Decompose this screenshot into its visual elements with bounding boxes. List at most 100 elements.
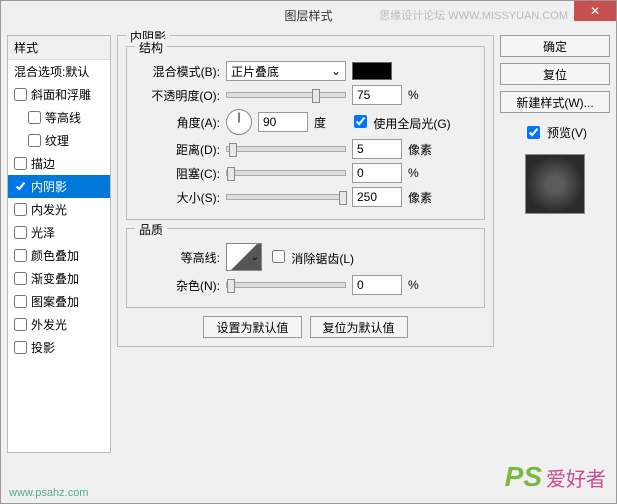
style-label: 投影 (31, 339, 55, 356)
style-label: 纹理 (45, 132, 69, 149)
distance-slider[interactable] (226, 146, 346, 152)
size-label: 大小(S): (135, 189, 220, 206)
style-item[interactable]: 光泽 (8, 221, 110, 244)
preview-label: 预览(V) (547, 124, 587, 141)
reset-default-button[interactable]: 复位为默认值 (310, 316, 408, 338)
contour-picker[interactable]: ⌄ (226, 243, 262, 271)
preview-thumbnail (525, 154, 585, 214)
style-item[interactable]: 颜色叠加 (8, 244, 110, 267)
style-label: 光泽 (31, 224, 55, 241)
noise-slider[interactable] (226, 282, 346, 288)
content-area: 样式 混合选项:默认 斜面和浮雕等高线纹理描边内阴影内发光光泽颜色叠加渐变叠加图… (1, 29, 616, 459)
angle-label: 角度(A): (135, 114, 220, 131)
noise-input[interactable] (352, 275, 402, 295)
styles-header: 样式 (8, 36, 110, 60)
style-label: 等高线 (45, 109, 81, 126)
style-checkbox[interactable] (14, 203, 27, 216)
blend-mode-select[interactable]: 正片叠底 ⌄ (226, 61, 346, 81)
chevron-down-icon: ⌄ (331, 64, 341, 78)
ok-button[interactable]: 确定 (500, 35, 610, 57)
style-item[interactable]: 斜面和浮雕 (8, 83, 110, 106)
noise-label: 杂色(N): (135, 277, 220, 294)
antialias-checkbox[interactable] (272, 250, 285, 263)
style-label: 斜面和浮雕 (31, 86, 91, 103)
style-item[interactable]: 等高线 (8, 106, 110, 129)
antialias-check[interactable]: 消除锯齿(L) (268, 247, 354, 267)
chevron-down-icon: ⌄ (251, 252, 259, 263)
style-item[interactable]: 内阴影 (8, 175, 110, 198)
inner-shadow-group: 内阴影 结构 混合模式(B): 正片叠底 ⌄ 不透明度(O): (117, 35, 494, 347)
structure-title: 结构 (135, 39, 167, 56)
blend-options-label: 混合选项:默认 (14, 63, 89, 80)
quality-group: 品质 等高线: ⌄ 消除锯齿(L) 杂色(N): % (126, 228, 485, 308)
style-checkbox[interactable] (14, 249, 27, 262)
main-panel: 内阴影 结构 混合模式(B): 正片叠底 ⌄ 不透明度(O): (117, 35, 494, 453)
noise-unit: % (408, 278, 438, 292)
angle-unit: 度 (314, 114, 344, 131)
size-unit: 像素 (408, 189, 438, 206)
set-default-button[interactable]: 设置为默认值 (203, 316, 301, 338)
preview-checkbox[interactable] (527, 126, 540, 139)
logo-cn: 爱好者 (546, 463, 606, 492)
titlebar: 图层样式 思缘设计论坛 WWW.MISSYUAN.COM ✕ (1, 1, 616, 29)
blend-options-row[interactable]: 混合选项:默认 (8, 60, 110, 83)
cancel-button[interactable]: 复位 (500, 63, 610, 85)
angle-input[interactable] (258, 112, 308, 132)
style-item[interactable]: 渐变叠加 (8, 267, 110, 290)
size-input[interactable] (352, 187, 402, 207)
structure-group: 结构 混合模式(B): 正片叠底 ⌄ 不透明度(O): % (126, 46, 485, 220)
quality-title: 品质 (135, 221, 167, 238)
opacity-slider[interactable] (226, 92, 346, 98)
footer-logo: PS 爱好者 (505, 461, 606, 493)
style-checkbox[interactable] (14, 272, 27, 285)
style-item[interactable]: 纹理 (8, 129, 110, 152)
global-light-check[interactable]: 使用全局光(G) (350, 112, 451, 132)
global-light-checkbox[interactable] (354, 115, 367, 128)
blend-mode-value: 正片叠底 (231, 63, 279, 80)
style-checkbox[interactable] (14, 295, 27, 308)
style-label: 图案叠加 (31, 293, 79, 310)
choke-slider[interactable] (226, 170, 346, 176)
style-checkbox[interactable] (14, 88, 27, 101)
color-swatch[interactable] (352, 62, 392, 80)
size-slider[interactable] (226, 194, 346, 200)
style-item[interactable]: 描边 (8, 152, 110, 175)
angle-dial[interactable] (226, 109, 252, 135)
choke-label: 阻塞(C): (135, 165, 220, 182)
style-label: 内阴影 (31, 178, 67, 195)
choke-unit: % (408, 166, 438, 180)
new-style-button[interactable]: 新建样式(W)... (500, 91, 610, 113)
watermark-text: 思缘设计论坛 WWW.MISSYUAN.COM (379, 7, 568, 23)
style-item[interactable]: 投影 (8, 336, 110, 359)
choke-input[interactable] (352, 163, 402, 183)
style-checkbox[interactable] (14, 226, 27, 239)
opacity-label: 不透明度(O): (135, 87, 220, 104)
opacity-unit: % (408, 88, 438, 102)
right-panel: 确定 复位 新建样式(W)... 预览(V) (500, 35, 610, 453)
close-button[interactable]: ✕ (574, 1, 616, 21)
styles-list-panel: 样式 混合选项:默认 斜面和浮雕等高线纹理描边内阴影内发光光泽颜色叠加渐变叠加图… (7, 35, 111, 453)
style-label: 颜色叠加 (31, 247, 79, 264)
distance-unit: 像素 (408, 141, 438, 158)
blend-mode-label: 混合模式(B): (135, 63, 220, 80)
style-checkbox[interactable] (14, 180, 27, 193)
style-checkbox[interactable] (14, 157, 27, 170)
style-checkbox[interactable] (28, 111, 41, 124)
distance-input[interactable] (352, 139, 402, 159)
style-checkbox[interactable] (14, 341, 27, 354)
layer-style-dialog: 图层样式 思缘设计论坛 WWW.MISSYUAN.COM ✕ 样式 混合选项:默… (0, 0, 617, 504)
style-item[interactable]: 内发光 (8, 198, 110, 221)
close-icon: ✕ (590, 4, 600, 18)
preview-check[interactable]: 预览(V) (500, 123, 610, 142)
style-item[interactable]: 图案叠加 (8, 290, 110, 313)
style-checkbox[interactable] (28, 134, 41, 147)
window-title: 图层样式 (284, 7, 332, 24)
footer-url: www.psahz.com (9, 487, 88, 499)
default-buttons-row: 设置为默认值 复位为默认值 (126, 316, 485, 338)
style-label: 外发光 (31, 316, 67, 333)
style-checkbox[interactable] (14, 318, 27, 331)
style-label: 描边 (31, 155, 55, 172)
contour-label: 等高线: (135, 249, 220, 266)
opacity-input[interactable] (352, 85, 402, 105)
style-item[interactable]: 外发光 (8, 313, 110, 336)
